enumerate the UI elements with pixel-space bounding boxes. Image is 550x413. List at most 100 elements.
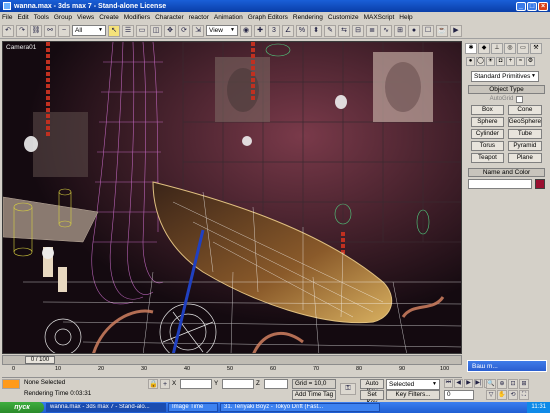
menu-file[interactable]: File	[2, 14, 12, 21]
camera-viewport[interactable]: Camera01	[2, 41, 462, 354]
link-icon[interactable]: ⛓	[30, 24, 42, 37]
previous-frame-icon[interactable]: ◀	[454, 379, 463, 388]
geosphere-button[interactable]: GeoSphere	[507, 117, 542, 127]
menu-group[interactable]: Group	[54, 14, 72, 21]
auto-key-button[interactable]: Auto Key	[360, 379, 384, 395]
geometry-icon[interactable]: ●	[466, 57, 475, 66]
set-key-icon[interactable]: ⚿	[340, 383, 356, 395]
orbit-icon[interactable]: ⟲	[508, 390, 518, 400]
motion-tab-icon[interactable]: ◎	[504, 43, 516, 54]
helpers-icon[interactable]: +	[506, 57, 515, 66]
start-button[interactable]: пуск	[0, 402, 44, 413]
name-and-color-rollout[interactable]: Name and Color	[468, 168, 545, 177]
menu-character[interactable]: Character	[155, 14, 184, 21]
cameras-icon[interactable]: ◘	[496, 57, 505, 66]
cone-button[interactable]: Cone	[507, 105, 542, 115]
create-tab-icon[interactable]: ✱	[465, 43, 477, 54]
reference-coordinate-dropdown[interactable]: View ▼	[206, 25, 238, 36]
time-slider[interactable]: 0 / 100	[2, 355, 462, 365]
taskbar-item-image-time[interactable]: Image Time	[168, 403, 218, 412]
taskbar-item-music[interactable]: 31. Teriyaki Boyz - Tokyo Drift (Fast...	[220, 403, 380, 412]
zoom-extents-icon[interactable]: ⊡	[508, 379, 518, 389]
menu-rendering[interactable]: Rendering	[293, 14, 323, 21]
modify-tab-icon[interactable]: ◆	[478, 43, 490, 54]
y-coordinate-field[interactable]	[222, 379, 254, 389]
menu-edit[interactable]: Edit	[17, 14, 28, 21]
minimize-button[interactable]: _	[516, 1, 526, 11]
material-editor-icon[interactable]: ●	[408, 24, 420, 37]
pyramid-button[interactable]: Pyramid	[507, 141, 542, 151]
set-key-button[interactable]: Set Key	[360, 390, 384, 406]
bind-spacewarp-icon[interactable]: ~	[58, 24, 70, 37]
help-box[interactable]: Ваш m...	[467, 360, 547, 372]
field-of-view-icon[interactable]: ▽	[486, 390, 496, 400]
space-warps-icon[interactable]: ≈	[516, 57, 525, 66]
primitive-category-dropdown[interactable]: Standard Primitives ▼	[471, 71, 539, 82]
window-crossing-icon[interactable]: ◫	[150, 24, 162, 37]
go-to-start-icon[interactable]: ⏮	[444, 379, 453, 388]
play-icon[interactable]: ▶	[464, 379, 473, 388]
zoom-extents-all-icon[interactable]: ⊞	[519, 379, 529, 389]
undo-icon[interactable]: ↶	[2, 24, 14, 37]
tube-button[interactable]: Tube	[507, 129, 542, 139]
menu-graph-editors[interactable]: Graph Editors	[248, 14, 288, 21]
zoom-icon[interactable]: 🔍	[486, 379, 496, 389]
align-icon[interactable]: ⊟	[352, 24, 364, 37]
select-scale-icon[interactable]: ⇲	[192, 24, 204, 37]
schematic-view-icon[interactable]: ⊞	[394, 24, 406, 37]
lock-selection-icon[interactable]: 🔒	[148, 379, 158, 389]
pan-icon[interactable]: ✋	[497, 390, 507, 400]
time-slider-thumb[interactable]: 0 / 100	[25, 356, 55, 364]
key-mode-dropdown[interactable]: Selected ▼	[386, 379, 440, 390]
redo-icon[interactable]: ↷	[16, 24, 28, 37]
layer-manager-icon[interactable]: ≣	[366, 24, 378, 37]
object-name-field[interactable]	[468, 179, 532, 189]
next-frame-icon[interactable]: ▶|	[474, 379, 483, 388]
display-tab-icon[interactable]: ▭	[517, 43, 529, 54]
percent-snap-icon[interactable]: %	[296, 24, 308, 37]
taskbar-item-3dsmax[interactable]: wanna.max - 3ds max 7 - Stand-alo...	[46, 403, 166, 412]
menu-animation[interactable]: Animation	[214, 14, 243, 21]
x-coordinate-field[interactable]	[180, 379, 212, 389]
systems-icon[interactable]: ⚙	[526, 57, 535, 66]
quick-render-icon[interactable]: ☕	[436, 24, 448, 37]
menu-views[interactable]: Views	[77, 14, 94, 21]
menu-maxscript[interactable]: MAXScript	[364, 14, 395, 21]
pivot-center-icon[interactable]: ◉	[240, 24, 252, 37]
angle-snap-icon[interactable]: ∠	[282, 24, 294, 37]
mirror-icon[interactable]: ⇆	[338, 24, 350, 37]
add-time-tag-button[interactable]: Add Time Tag	[292, 390, 336, 400]
sphere-button[interactable]: Sphere	[471, 117, 504, 127]
absolute-mode-icon[interactable]: +	[160, 379, 170, 389]
cylinder-button[interactable]: Cylinder	[471, 129, 504, 139]
rectangle-region-icon[interactable]: ▭	[136, 24, 148, 37]
spinner-snap-icon[interactable]: ⬍	[310, 24, 322, 37]
select-manipulate-icon[interactable]: ✚	[254, 24, 266, 37]
autogrid-checkbox[interactable]	[516, 96, 524, 103]
menu-create[interactable]: Create	[99, 14, 119, 21]
current-frame-field[interactable]: 0	[444, 390, 474, 400]
named-selection-icon[interactable]: ✎	[324, 24, 336, 37]
menu-tools[interactable]: Tools	[34, 14, 49, 21]
selection-filter-dropdown[interactable]: All ▼	[72, 25, 106, 36]
utilities-tab-icon[interactable]: ⚒	[530, 43, 542, 54]
viewport-label[interactable]: Camera01	[6, 44, 36, 51]
teapot-button[interactable]: Teapot	[471, 153, 504, 163]
select-by-name-icon[interactable]: ☰	[122, 24, 134, 37]
render-last-icon[interactable]: ▶	[450, 24, 462, 37]
object-color-swatch[interactable]	[535, 179, 545, 189]
select-object-icon[interactable]: ↖	[108, 24, 120, 37]
menu-reactor[interactable]: reactor	[189, 14, 209, 21]
object-type-rollout[interactable]: Object Type	[468, 85, 545, 94]
maximize-viewport-icon[interactable]: ⛶	[519, 390, 529, 400]
box-button[interactable]: Box	[471, 105, 504, 115]
track-bar[interactable]: 0 10 20 30 40 50 60 70 80 90 100	[2, 366, 462, 378]
curve-editor-icon[interactable]: ∿	[380, 24, 392, 37]
menu-help[interactable]: Help	[399, 14, 412, 21]
select-move-icon[interactable]: ✥	[164, 24, 176, 37]
plane-button[interactable]: Plane	[507, 153, 542, 163]
render-scene-icon[interactable]: ☐	[422, 24, 434, 37]
z-coordinate-field[interactable]	[264, 379, 288, 389]
key-filters-button[interactable]: Key Filters...	[386, 390, 440, 400]
lights-icon[interactable]: ☀	[486, 57, 495, 66]
